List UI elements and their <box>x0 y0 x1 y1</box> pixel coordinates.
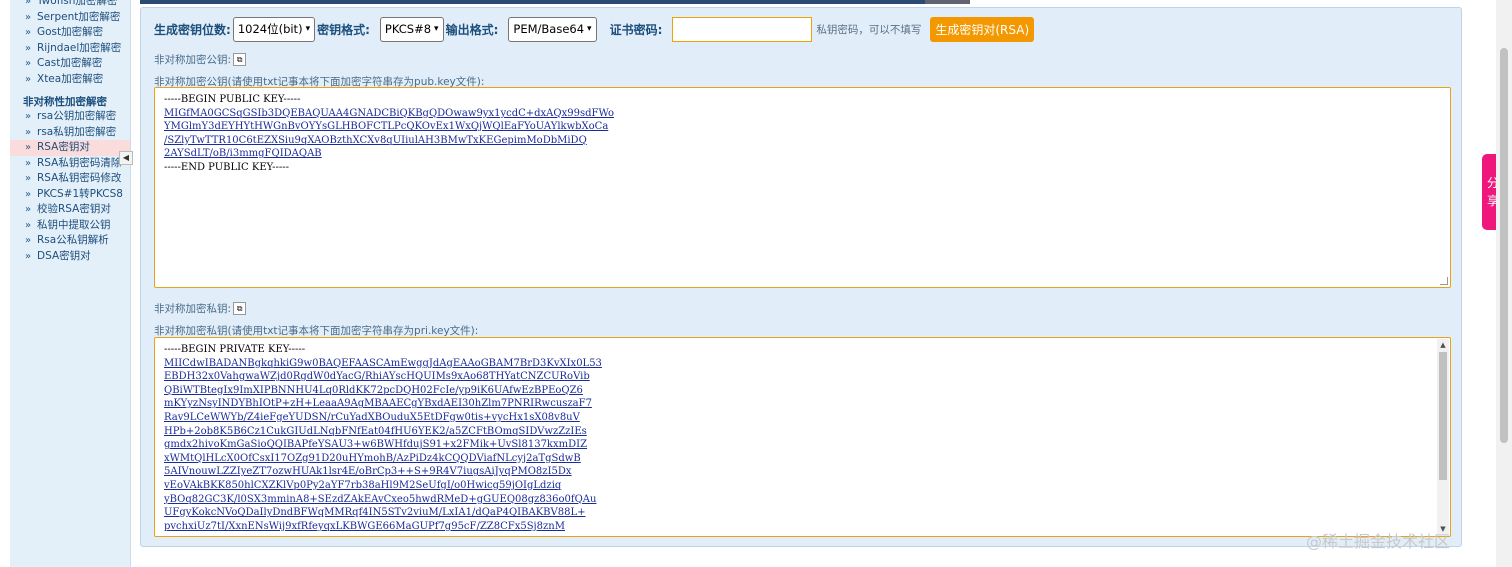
key-line: MIGfMA0GCSqGSIb3DQEBAQUAA4GNADCBiQKBgQDO… <box>164 107 615 119</box>
copy-icon[interactable]: ⧉ <box>233 53 247 66</box>
public-key-text: -----BEGIN PUBLIC KEY----- MIGfMA0GCSqGS… <box>155 88 1450 175</box>
public-key-title-row: 非对称加密公钥: ⧉ <box>154 52 247 67</box>
key-line: MIICdwIBADANBgkqhkiG9w0BAQEFAASCAmEwggJd… <box>164 357 602 369</box>
sidebar-item-gost[interactable]: Gost加密解密 <box>10 25 130 41</box>
cert-password-label: 证书密码: <box>609 22 663 37</box>
options-row: 生成密钥位数: 1024位(bit) ▾ 密钥格式: PKCS#8 ▾ 输出格式… <box>154 16 1035 42</box>
cert-password-hint: 私钥密码，可以不填写 <box>816 23 922 36</box>
sidebar-collapse-icon[interactable]: ◀ <box>119 151 133 165</box>
private-key-title: 非对称加密私钥: <box>154 303 232 315</box>
scroll-up-icon[interactable]: ▲ <box>1437 339 1449 351</box>
resize-grip-icon[interactable] <box>1440 277 1448 285</box>
sidebar-item-twofish[interactable]: Twofish加密解密 <box>10 0 130 10</box>
key-begin-line: -----BEGIN PUBLIC KEY----- <box>164 94 301 105</box>
sidebar-item-extract-public[interactable]: 私钥中提取公钥 <box>10 218 130 234</box>
bits-select[interactable]: 1024位(bit) ▾ <box>232 16 316 42</box>
sidebar-asym-list: rsa公钥加密解密 rsa私钥加密解密 RSA密钥对 RSA私钥密码清除 RSA… <box>10 109 130 264</box>
sidebar-item-rsa-change-password[interactable]: RSA私钥密码修改 <box>10 171 130 187</box>
key-line: /SZlyTwTTR10C6tEZXSiu9qXAOBzthXCXv8qUIiu… <box>164 134 587 146</box>
private-key-title-row: 非对称加密私钥: ⧉ <box>154 301 247 316</box>
sidebar-item-cast[interactable]: Cast加密解密 <box>10 56 130 72</box>
output-label: 输出格式: <box>445 22 499 37</box>
key-line: vEoVAkBKK850hlCXZKlVp0Py2aYF7rb38aHl9M2S… <box>164 479 562 491</box>
sidebar-item-rsa-clear-password[interactable]: RSA私钥密码清除 <box>10 156 130 172</box>
sidebar-item-rsa-parse[interactable]: Rsa公私钥解析 <box>10 233 130 249</box>
sidebar-list: Twofish加密解密 Serpent加密解密 Gost加密解密 Rijndae… <box>10 0 130 87</box>
chevron-down-icon: ▾ <box>434 24 439 34</box>
scrollbar-thumb[interactable] <box>1439 352 1447 480</box>
public-key-title: 非对称加密公钥: <box>154 54 232 66</box>
bits-label: 生成密钥位数: <box>154 22 231 37</box>
key-line: QBiWTBtegIx9ImXIPBNNHU4Lq0RldKK72pcDQH02… <box>164 384 583 396</box>
sidebar-item-verify-keypair[interactable]: 校验RSA密钥对 <box>10 202 130 218</box>
banner-tail <box>925 0 970 4</box>
key-line: gmdx2hivoKmGaSioQQIBAPfeYSAU3+w6BWHfdujS… <box>164 439 588 451</box>
private-key-text: -----BEGIN PRIVATE KEY----- MIICdwIBADAN… <box>155 338 1450 533</box>
sidebar-item-rsa-keypair[interactable]: RSA密钥对 <box>10 140 130 156</box>
page-scrollbar[interactable] <box>1496 0 1512 567</box>
chevron-down-icon: ▾ <box>305 24 311 34</box>
key-line: xWMtQlHLcX0OfCsxI17OZg91D20uHYmohB/AzPiD… <box>164 452 581 464</box>
key-line: HPb+2ob8K5B6Cz1CukGIUdLNqbFNfEat04fHU6YE… <box>164 425 587 437</box>
format-select-value: PKCS#8 <box>384 22 432 36</box>
sidebar-heading: 非对称性加密解密 <box>23 96 107 108</box>
cert-password-input[interactable] <box>672 16 813 42</box>
key-line: yBOq82GC3K/l0SX3mminA8+SEzdZAkEAvCxeo5hw… <box>164 493 597 505</box>
sidebar-item-rsa-public[interactable]: rsa公钥加密解密 <box>10 109 130 125</box>
format-select[interactable]: PKCS#8 ▾ <box>379 16 444 42</box>
private-key-scrollbar[interactable]: ▲ ▼ <box>1437 339 1449 535</box>
banner-strip <box>140 0 970 4</box>
key-line: UFgyKokcNVoQDaIlyDndBFWqMMRqf4IN5STv2viu… <box>164 507 586 519</box>
page-scrollbar-thumb[interactable] <box>1500 48 1508 443</box>
output-select-value: PEM/Base64 <box>513 22 585 36</box>
format-label: 密钥格式: <box>317 22 370 37</box>
sidebar-item-serpent[interactable]: Serpent加密解密 <box>10 10 130 26</box>
private-key-desc: 非对称加密私钥(请使用txt记事本将下面加密字符串存为pri.key文件): <box>154 325 479 337</box>
bits-select-value: 1024位(bit) <box>237 22 303 36</box>
main-panel: 生成密钥位数: 1024位(bit) ▾ 密钥格式: PKCS#8 ▾ 输出格式… <box>140 7 1462 547</box>
sidebar-item-rsa-private[interactable]: rsa私钥加密解密 <box>10 125 130 141</box>
key-line: 5AIVnouwLZZIyeZT7ozwHUAk1lsr4E/oBrCp3++S… <box>164 466 572 478</box>
key-line: Rav9LCeWWYb/Z4ieFgeYUDSN/rCuYadXBOuduX5E… <box>164 411 580 423</box>
sidebar: Twofish加密解密 Serpent加密解密 Gost加密解密 Rijndae… <box>10 0 131 567</box>
sidebar-item-dsa-keypair[interactable]: DSA密钥对 <box>10 249 130 265</box>
chevron-down-icon: ▾ <box>587 24 592 34</box>
generate-keypair-button[interactable]: 生成密钥对(RSA) <box>930 16 1035 42</box>
public-key-textarea[interactable]: -----BEGIN PUBLIC KEY----- MIGfMA0GCSqGS… <box>154 87 1451 288</box>
key-end-line: -----END PUBLIC KEY----- <box>164 161 290 173</box>
sidebar-item-rijndael[interactable]: Rijndael加密解密 <box>10 41 130 57</box>
key-begin-line: -----BEGIN PRIVATE KEY----- <box>164 344 306 355</box>
sidebar-item-xtea[interactable]: Xtea加密解密 <box>10 72 130 88</box>
output-select[interactable]: PEM/Base64 ▾ <box>508 16 597 42</box>
watermark: @稀土掘金技术社区 <box>1306 532 1451 551</box>
key-line: pvchxiUz7tI/XxnENsWij9xfRfeyqxLKBWGE66Ma… <box>164 520 565 532</box>
sidebar-item-pkcs1-to-pkcs8[interactable]: PKCS#1转PKCS8 <box>10 187 130 203</box>
key-line: YMGlmY3dEYHYtHWGnBvOYYsGLHBOFCTLPcQKOvEx… <box>164 121 609 133</box>
key-line: EBDH32x0VahgwaWZjd0RgdW0dYacG/RhiAYscHQU… <box>164 371 590 383</box>
private-key-textarea[interactable]: -----BEGIN PRIVATE KEY----- MIICdwIBADAN… <box>154 337 1451 537</box>
copy-icon[interactable]: ⧉ <box>233 302 247 315</box>
key-line: mKYyzNsyINDYBhIOtP+zH+LeaaA9AgMBAAECgYBx… <box>164 398 592 410</box>
key-line: 2AYSdLT/oB/i3mmgFQIDAQAB <box>164 148 322 160</box>
